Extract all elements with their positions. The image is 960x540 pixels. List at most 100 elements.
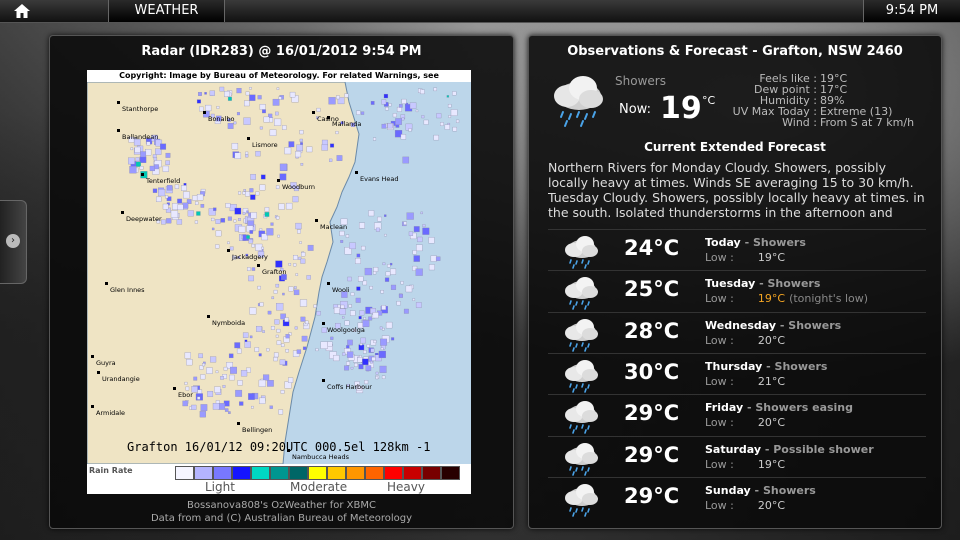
rain-echo	[285, 202, 293, 210]
rain-echo	[215, 219, 221, 224]
home-button[interactable]	[4, 1, 40, 21]
town-label: Glen Innes	[110, 286, 145, 294]
rain-echo	[206, 367, 213, 374]
rain-echo	[166, 218, 172, 224]
rain-echo	[184, 381, 188, 385]
rain-echo	[364, 267, 372, 276]
rain-echo	[279, 163, 288, 171]
now-label: Now:	[619, 102, 651, 117]
rain-echo	[244, 100, 250, 107]
rain-echo	[356, 110, 361, 115]
rain-echo	[135, 157, 140, 162]
showers-icon	[565, 236, 598, 269]
rain-echo	[249, 94, 256, 101]
forecast-day-row[interactable]: 29°C Saturday - Possible shower Low :19°C	[548, 435, 926, 480]
rain-echo	[417, 236, 423, 243]
rain-echo	[359, 343, 363, 346]
rain-echo	[223, 366, 228, 371]
observations-title: Observations & Forecast - Grafton, NSW 2…	[567, 44, 903, 59]
rain-echo	[279, 359, 286, 365]
rain-echo	[242, 212, 246, 215]
rain-echo	[292, 196, 299, 203]
rain-echo	[262, 330, 265, 333]
forecast-day-row[interactable]: 28°C Wednesday - Showers Low :20°C	[548, 311, 926, 353]
rain-echo	[248, 239, 254, 244]
rain-echo	[259, 126, 263, 130]
rain-echo	[381, 99, 387, 105]
rain-echo	[227, 123, 234, 129]
clock: 9:54 PM	[863, 0, 960, 22]
top-bar: WEATHER 9:54 PM	[0, 0, 960, 23]
rain-echo	[284, 147, 292, 155]
rain-echo	[228, 411, 231, 414]
rain-echo	[408, 231, 414, 236]
credit-line-2: Data from and (C) Australian Bureau of M…	[150, 513, 413, 524]
forecast-day-row[interactable]: 29°C Friday - Showers easing Low : 20°C	[548, 394, 926, 435]
rain-rate-scale	[175, 466, 460, 480]
rain-echo	[250, 212, 257, 219]
rain-echo	[316, 311, 321, 316]
forecast-day-name: Thursday	[705, 359, 763, 373]
rain-echo	[196, 194, 204, 201]
forecast-day-row[interactable]: 25°C Tuesday - Showers Low : 19°C (tonight's…	[548, 270, 926, 311]
town-label: Bonalbo	[208, 115, 234, 123]
rain-rate-label: Rain Rate	[89, 466, 133, 475]
rain-echo	[276, 87, 280, 90]
rain-echo	[412, 298, 416, 301]
forecast-high: 28°C	[624, 318, 680, 343]
rain-echo	[294, 326, 298, 330]
rain-echo	[145, 149, 152, 156]
rain-echo	[236, 112, 240, 116]
rain-echo	[406, 212, 414, 220]
rain-echo	[200, 204, 205, 208]
rain-echo	[390, 268, 397, 275]
forecast-day-row[interactable]: 24°C Today - Showers Low : 19°C	[548, 229, 926, 270]
rain-echo	[275, 334, 279, 338]
rain-echo	[345, 234, 350, 238]
rain-echo	[285, 334, 290, 339]
rain-echo	[381, 123, 387, 129]
rain-echo	[336, 95, 340, 100]
rain-echo	[267, 380, 274, 387]
rain-echo	[380, 338, 388, 346]
rain-echo	[313, 304, 317, 308]
rain-echo	[280, 390, 285, 394]
rain-echo	[248, 275, 254, 282]
radar-title: Radar (IDR283) @ 16/01/2012 9:54 PM	[141, 44, 422, 59]
scale-swatch	[365, 466, 384, 480]
rain-echo	[444, 124, 450, 130]
radar-image: Copyright: Image by Bureau of Meteorolog…	[87, 70, 471, 494]
rain-echo	[195, 201, 199, 205]
forecast-day-row[interactable]: 30°C Thursday - Showers Low :21°C	[548, 352, 926, 394]
rain-echo	[247, 267, 251, 271]
rain-echo	[415, 268, 423, 276]
rain-echo	[267, 310, 272, 315]
rain-echo	[200, 374, 206, 380]
town-marker	[97, 371, 100, 374]
showers-icon	[565, 483, 598, 517]
observations-panel: Observations & Forecast - Grafton, NSW 2…	[528, 35, 942, 529]
town-label: Maclean	[320, 223, 347, 231]
rain-echo	[186, 359, 193, 366]
rain-echo	[282, 125, 287, 130]
forecast-high: 25°C	[624, 277, 680, 302]
forecast-day-row[interactable]: 29°C Sunday - Showers Low :20°C	[548, 476, 926, 518]
side-menu-tab[interactable]: ›	[0, 200, 27, 284]
rain-echo	[263, 116, 270, 123]
now-unit: °C	[702, 94, 716, 107]
rain-echo	[248, 393, 255, 400]
forecast-day-name: Today	[705, 236, 741, 249]
rain-echo	[181, 185, 187, 191]
forecast-high: 24°C	[624, 236, 680, 260]
rain-echo	[243, 117, 251, 125]
rain-echo	[356, 253, 361, 258]
rain-echo	[204, 92, 207, 95]
rain-echo	[240, 370, 248, 377]
rain-echo	[335, 131, 339, 135]
rain-echo	[373, 340, 377, 344]
rain-echo	[413, 255, 420, 262]
forecast-summary: - Showers easing	[743, 401, 854, 415]
rain-echo	[238, 218, 241, 221]
scale-swatch	[194, 466, 213, 480]
weather-icon	[562, 440, 600, 480]
